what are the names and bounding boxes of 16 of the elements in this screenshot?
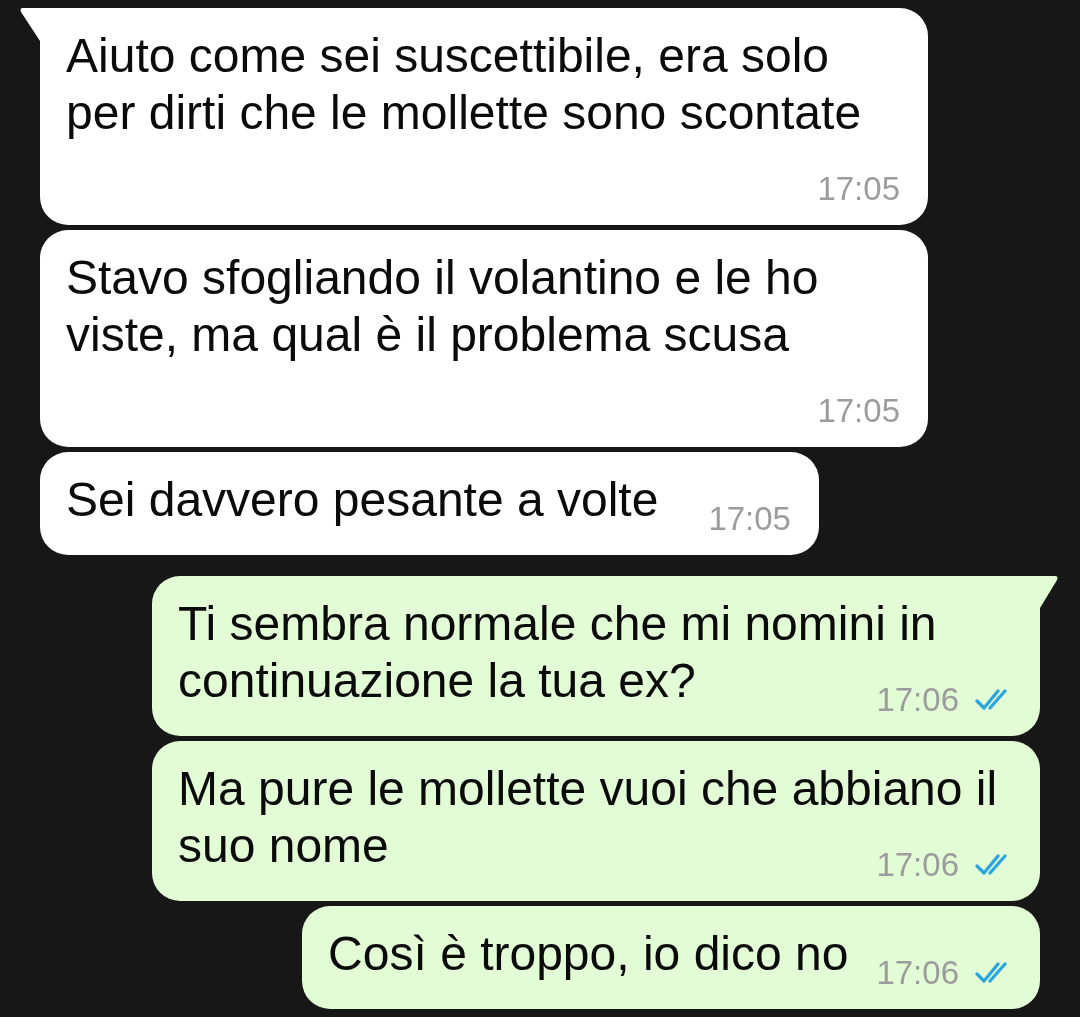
message-text: per dirti che le mollette sono scontate: [66, 86, 862, 139]
message-text: Ti sembra normale che mi nomini in: [178, 596, 937, 652]
message-time: 17:05: [817, 391, 900, 431]
message-text: suo nome: [178, 819, 389, 872]
message-text: Ma pure le mollette vuoi che abbiano il: [178, 761, 998, 817]
message-text: viste, ma qual è il problema scusa: [66, 308, 789, 361]
message-text: continuazione la tua ex?: [178, 654, 696, 707]
message-time: 17:06: [876, 953, 959, 993]
message-time: 17:06: [876, 680, 959, 720]
message-text: Stavo sfogliando il volantino e le ho: [66, 250, 819, 306]
message-time: 17:05: [817, 169, 900, 209]
message-text: Aiuto come sei suscettibile, era solo: [66, 28, 830, 84]
message-time: 17:05: [708, 499, 791, 539]
message-time: 17:06: [876, 845, 959, 885]
message-text: Così è troppo, io dico no: [328, 927, 849, 980]
message-text: Sei davvero pesante a volte: [66, 473, 659, 526]
